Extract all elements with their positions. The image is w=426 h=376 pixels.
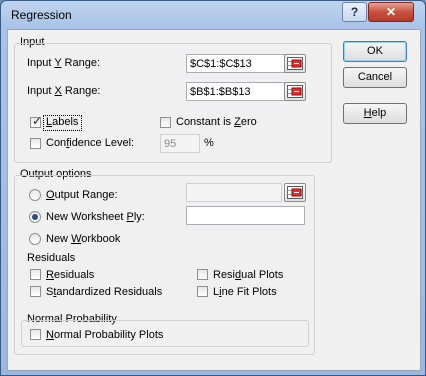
regression-dialog: Regression ? ✕ Input Input Y Range: $C$1… xyxy=(0,0,426,376)
radio-selected-dot-icon xyxy=(32,214,38,220)
output-range-field[interactable] xyxy=(186,183,282,202)
input-x-range-label-pre: Input xyxy=(27,85,55,97)
dialog-body: Input Input Y Range: $C$1:$C$13 Input X … xyxy=(7,29,421,371)
input-y-range-label-pre: Input xyxy=(27,57,55,69)
labels-checkbox[interactable]: ✓ xyxy=(30,114,43,128)
output-range-label-accel: O xyxy=(46,189,55,201)
new-workbook-label-pre: New xyxy=(46,233,72,245)
residual-plots-label[interactable]: Residual Plots xyxy=(213,269,283,281)
input-y-range-field[interactable]: $C$1:$C$13 xyxy=(186,54,286,73)
labels-checkbox-label[interactable]: Labels xyxy=(46,116,78,128)
constant-zero-checkbox[interactable] xyxy=(160,117,171,128)
output-range-selector-button[interactable] xyxy=(284,183,306,202)
residuals-label[interactable]: Residuals xyxy=(46,269,94,281)
residual-plots-label-post: ual Plots xyxy=(241,269,284,281)
constant-zero-label-pre: Constant is xyxy=(176,116,235,128)
range-select-icon xyxy=(287,85,303,98)
title-close-button[interactable]: ✕ xyxy=(368,2,414,22)
line-fit-plots-label[interactable]: Line Fit Plots xyxy=(213,286,277,298)
output-range-radio[interactable] xyxy=(29,189,41,201)
constant-zero-label[interactable]: Constant is Zero xyxy=(176,116,257,128)
input-x-range-selector-button[interactable] xyxy=(284,82,306,101)
dialog-title: Regression xyxy=(11,8,72,22)
residual-plots-label-pre: Resi xyxy=(213,269,236,281)
input-y-range-selector-button[interactable] xyxy=(284,54,306,73)
help-label-post: elp xyxy=(371,107,387,119)
new-worksheet-ply-field[interactable] xyxy=(186,206,305,225)
residuals-checkbox[interactable] xyxy=(30,269,41,280)
range-select-icon xyxy=(287,57,303,70)
input-x-range-label: Input X Range: xyxy=(27,85,100,97)
standardized-residuals-label[interactable]: Standardized Residuals xyxy=(46,286,162,298)
standardized-residuals-checkbox[interactable] xyxy=(30,286,41,297)
new-workbook-radio[interactable] xyxy=(29,233,41,245)
standardized-label-post: andardized Residuals xyxy=(56,286,163,298)
constant-zero-label-post: ero xyxy=(240,116,257,128)
check-icon: ✓ xyxy=(32,114,43,128)
confidence-level-label-post: idence Level: xyxy=(69,137,135,149)
constant-zero-label-accel: Z xyxy=(234,116,241,128)
confidence-level-field[interactable]: 95 xyxy=(160,134,200,153)
confidence-level-checkbox[interactable] xyxy=(30,138,41,149)
new-ply-label-post: ly: xyxy=(133,211,145,223)
output-range-label[interactable]: Output Range: xyxy=(46,189,118,201)
new-worksheet-ply-radio[interactable] xyxy=(29,211,41,223)
residuals-label-post: esiduals xyxy=(53,269,95,281)
line-fit-label-post: ne Fit Plots xyxy=(221,286,277,298)
input-x-range-field[interactable]: $B$1:$B$13 xyxy=(186,82,286,101)
cancel-button[interactable]: Cancel xyxy=(343,67,407,88)
confidence-level-label[interactable]: Confidence Level: xyxy=(46,137,134,149)
normal-probability-plots-checkbox[interactable] xyxy=(30,329,41,340)
new-workbook-label-post: orkbook xyxy=(81,233,121,245)
labels-label-post: abels xyxy=(52,116,79,128)
normal-probability-plots-label[interactable]: Normal Probability Plots xyxy=(46,329,163,341)
line-fit-plots-checkbox[interactable] xyxy=(197,286,208,297)
normal-plots-label-post: ormal Probability Plots xyxy=(53,329,164,341)
residual-plots-checkbox[interactable] xyxy=(197,269,208,280)
new-ply-label-pre: New Worksheet xyxy=(46,211,127,223)
input-x-range-label-post: Range: xyxy=(61,85,101,97)
confidence-level-unit: % xyxy=(204,137,214,149)
new-ply-label-accel: P xyxy=(126,211,134,223)
range-select-icon xyxy=(287,186,303,199)
new-workbook-label-accel: W xyxy=(71,233,82,245)
input-y-range-label: Input Y Range: xyxy=(27,57,100,69)
confidence-level-label-pre: Con xyxy=(46,137,67,149)
title-help-button[interactable]: ? xyxy=(342,2,367,22)
new-worksheet-ply-label[interactable]: New Worksheet Ply: xyxy=(46,211,145,223)
input-y-range-label-post: Range: xyxy=(61,57,100,69)
title-bar[interactable]: Regression ? ✕ xyxy=(1,1,425,29)
output-range-label-post: utput Range: xyxy=(54,189,118,201)
normal-plots-label-accel: N xyxy=(46,329,54,341)
help-button[interactable]: Help xyxy=(343,103,407,124)
help-label-accel: H xyxy=(363,107,372,119)
ok-button[interactable]: OK xyxy=(343,41,407,62)
input-x-range-label-accel: X xyxy=(54,85,62,97)
new-workbook-label[interactable]: New Workbook xyxy=(46,233,120,245)
residuals-label-accel: R xyxy=(46,269,54,281)
residuals-group-label: Residuals xyxy=(27,252,76,264)
